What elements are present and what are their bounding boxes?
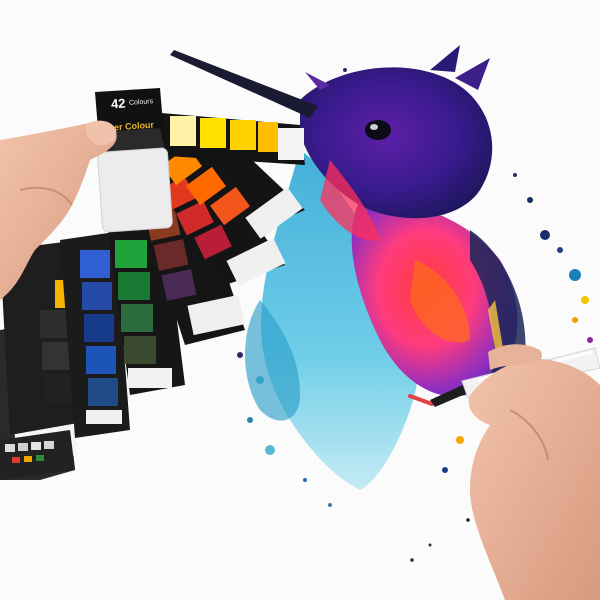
watercolor-scene — [0, 0, 600, 600]
product-photo: 42 Colours er Colour — [0, 0, 600, 600]
palette-cover — [95, 88, 173, 233]
